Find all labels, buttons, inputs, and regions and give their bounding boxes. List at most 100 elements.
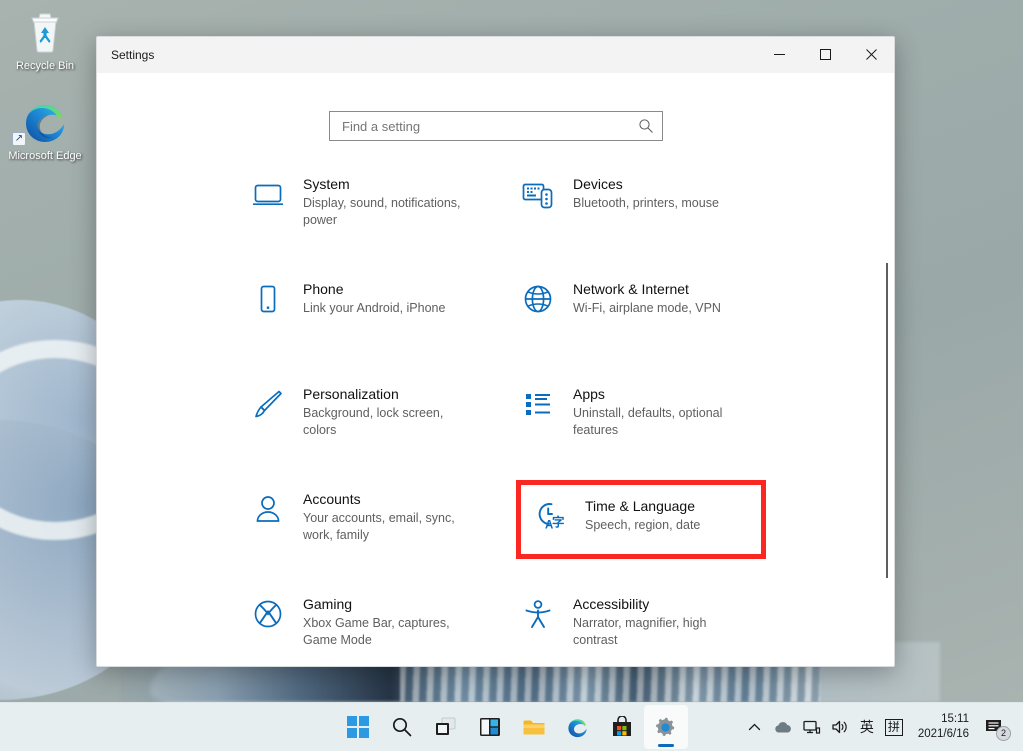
tile-title: Personalization xyxy=(303,386,399,402)
xbox-icon xyxy=(251,597,285,631)
tile-text: Accounts Your accounts, email, sync, wor… xyxy=(303,490,471,544)
taskbar-clock[interactable]: 15:11 2021/6/16 xyxy=(908,707,979,747)
tile-subtitle: Display, sound, notifications, power xyxy=(303,195,471,229)
search-box[interactable] xyxy=(329,111,663,141)
network-icon xyxy=(803,719,821,735)
task-view-icon xyxy=(435,716,457,738)
tile-title: Accessibility xyxy=(573,596,649,612)
taskbar-file-explorer-button[interactable] xyxy=(512,705,556,749)
tile-subtitle: Your accounts, email, sync, work, family xyxy=(303,510,471,544)
settings-content: System Display, sound, notifications, po… xyxy=(97,73,894,667)
tile-subtitle: Link your Android, iPhone xyxy=(303,300,471,317)
tile-text: Time & Language Speech, region, date xyxy=(585,497,745,534)
paintbrush-icon xyxy=(251,387,285,421)
tile-text: Personalization Background, lock screen,… xyxy=(303,385,471,439)
taskbar-microsoft-edge-button[interactable] xyxy=(556,705,600,749)
settings-tile-accessibility[interactable]: Accessibility Narrator, magnifier, high … xyxy=(521,591,791,667)
search-icon xyxy=(638,118,654,134)
tray-show-hidden-icons-button[interactable] xyxy=(742,707,768,747)
tile-title: Network & Internet xyxy=(573,281,689,297)
taskbar-search-button[interactable] xyxy=(380,705,424,749)
taskbar-microsoft-store-button[interactable] xyxy=(600,705,644,749)
desktop-icon-recycle-bin[interactable]: Recycle Bin xyxy=(2,8,88,73)
tile-text: Gaming Xbox Game Bar, captures, Game Mod… xyxy=(303,595,471,649)
system-tray: 英 拼 15:11 2021/6/16 2 xyxy=(742,703,1015,751)
person-icon xyxy=(251,492,285,526)
notification-badge: 2 xyxy=(996,726,1011,741)
taskbar-task-view-button[interactable] xyxy=(424,705,468,749)
maximize-icon xyxy=(820,49,831,60)
tray-ime-mode-button[interactable]: 英 xyxy=(854,707,880,747)
chevron-up-icon xyxy=(748,721,761,734)
tray-ime-input-button[interactable]: 拼 xyxy=(880,707,908,747)
taskbar-widgets-button[interactable] xyxy=(468,705,512,749)
tile-text: System Display, sound, notifications, po… xyxy=(303,175,471,229)
scrollbar-thumb[interactable] xyxy=(886,263,888,578)
tile-subtitle: Background, lock screen, colors xyxy=(303,405,471,439)
tile-text: Accessibility Narrator, magnifier, high … xyxy=(573,595,741,649)
tile-title: Apps xyxy=(573,386,605,402)
windows-logo-icon xyxy=(347,716,369,738)
close-icon xyxy=(866,49,877,60)
tile-subtitle: Narrator, magnifier, high contrast xyxy=(573,615,741,649)
tile-subtitle: Bluetooth, printers, mouse xyxy=(573,195,741,212)
gear-icon xyxy=(654,716,677,739)
tile-text: Network & Internet Wi-Fi, airplane mode,… xyxy=(573,280,741,317)
shortcut-arrow-icon: ↗ xyxy=(12,132,26,146)
tray-volume-button[interactable] xyxy=(826,707,854,747)
tile-title: Accounts xyxy=(303,491,361,507)
devices-icon xyxy=(521,177,555,211)
search-input[interactable] xyxy=(342,119,638,134)
taskbar-settings-button[interactable] xyxy=(644,705,688,749)
search-icon xyxy=(391,716,413,738)
microsoft-store-icon xyxy=(611,716,633,738)
tray-ime-input-label: 拼 xyxy=(885,719,903,736)
desktop-icon-microsoft-edge[interactable]: ↗ Microsoft Edge xyxy=(2,98,88,163)
edge-icon xyxy=(566,716,589,739)
tile-title: Time & Language xyxy=(585,498,695,514)
clock-date: 2021/6/16 xyxy=(918,727,969,742)
settings-tile-personalization[interactable]: Personalization Background, lock screen,… xyxy=(251,381,521,486)
tile-title: System xyxy=(303,176,350,192)
settings-tiles-grid: System Display, sound, notifications, po… xyxy=(97,171,894,667)
tile-subtitle: Xbox Game Bar, captures, Game Mode xyxy=(303,615,471,649)
edge-icon: ↗ xyxy=(2,98,88,146)
close-button[interactable] xyxy=(848,37,894,73)
tray-onedrive-button[interactable] xyxy=(768,707,798,747)
monitor-icon xyxy=(251,177,285,211)
settings-tile-time-language[interactable]: A 字 Time & Language Speech, region, date xyxy=(521,485,761,554)
window-title-bar[interactable]: Settings xyxy=(97,37,894,73)
minimize-button[interactable] xyxy=(756,37,802,73)
taskbar[interactable]: 英 拼 15:11 2021/6/16 2 xyxy=(0,702,1023,751)
cloud-icon xyxy=(773,720,793,734)
tile-subtitle: Speech, region, date xyxy=(585,517,745,534)
tile-subtitle: Uninstall, defaults, optional features xyxy=(573,405,741,439)
settings-tile-apps[interactable]: Apps Uninstall, defaults, optional featu… xyxy=(521,381,791,486)
tray-network-button[interactable] xyxy=(798,707,826,747)
settings-tile-system[interactable]: System Display, sound, notifications, po… xyxy=(251,171,521,276)
taskbar-start-button[interactable] xyxy=(336,705,380,749)
window-title: Settings xyxy=(97,48,154,62)
settings-tile-phone[interactable]: Phone Link your Android, iPhone xyxy=(251,276,521,381)
folder-icon xyxy=(522,716,546,738)
desktop-icon-label: Microsoft Edge xyxy=(8,150,81,162)
window-controls xyxy=(756,37,894,73)
apps-list-icon xyxy=(521,387,555,421)
settings-window[interactable]: Settings xyxy=(96,36,895,667)
notification-center-button[interactable]: 2 xyxy=(979,707,1015,747)
maximize-button[interactable] xyxy=(802,37,848,73)
settings-tile-accounts[interactable]: Accounts Your accounts, email, sync, wor… xyxy=(251,486,521,591)
scrollbar[interactable] xyxy=(880,73,894,667)
settings-tile-gaming[interactable]: Gaming Xbox Game Bar, captures, Game Mod… xyxy=(251,591,521,667)
widgets-icon xyxy=(479,716,501,738)
tile-text: Devices Bluetooth, printers, mouse xyxy=(573,175,741,212)
desktop-icon-label: Recycle Bin xyxy=(16,60,74,72)
tile-subtitle: Wi-Fi, airplane mode, VPN xyxy=(573,300,741,317)
minimize-icon xyxy=(774,49,785,60)
volume-icon xyxy=(831,719,849,735)
settings-tile-devices[interactable]: Devices Bluetooth, printers, mouse xyxy=(521,171,791,276)
svg-text:字: 字 xyxy=(552,515,565,530)
recycle-bin-icon xyxy=(2,8,88,56)
globe-icon xyxy=(521,282,555,316)
settings-tile-network-internet[interactable]: Network & Internet Wi-Fi, airplane mode,… xyxy=(521,276,791,381)
